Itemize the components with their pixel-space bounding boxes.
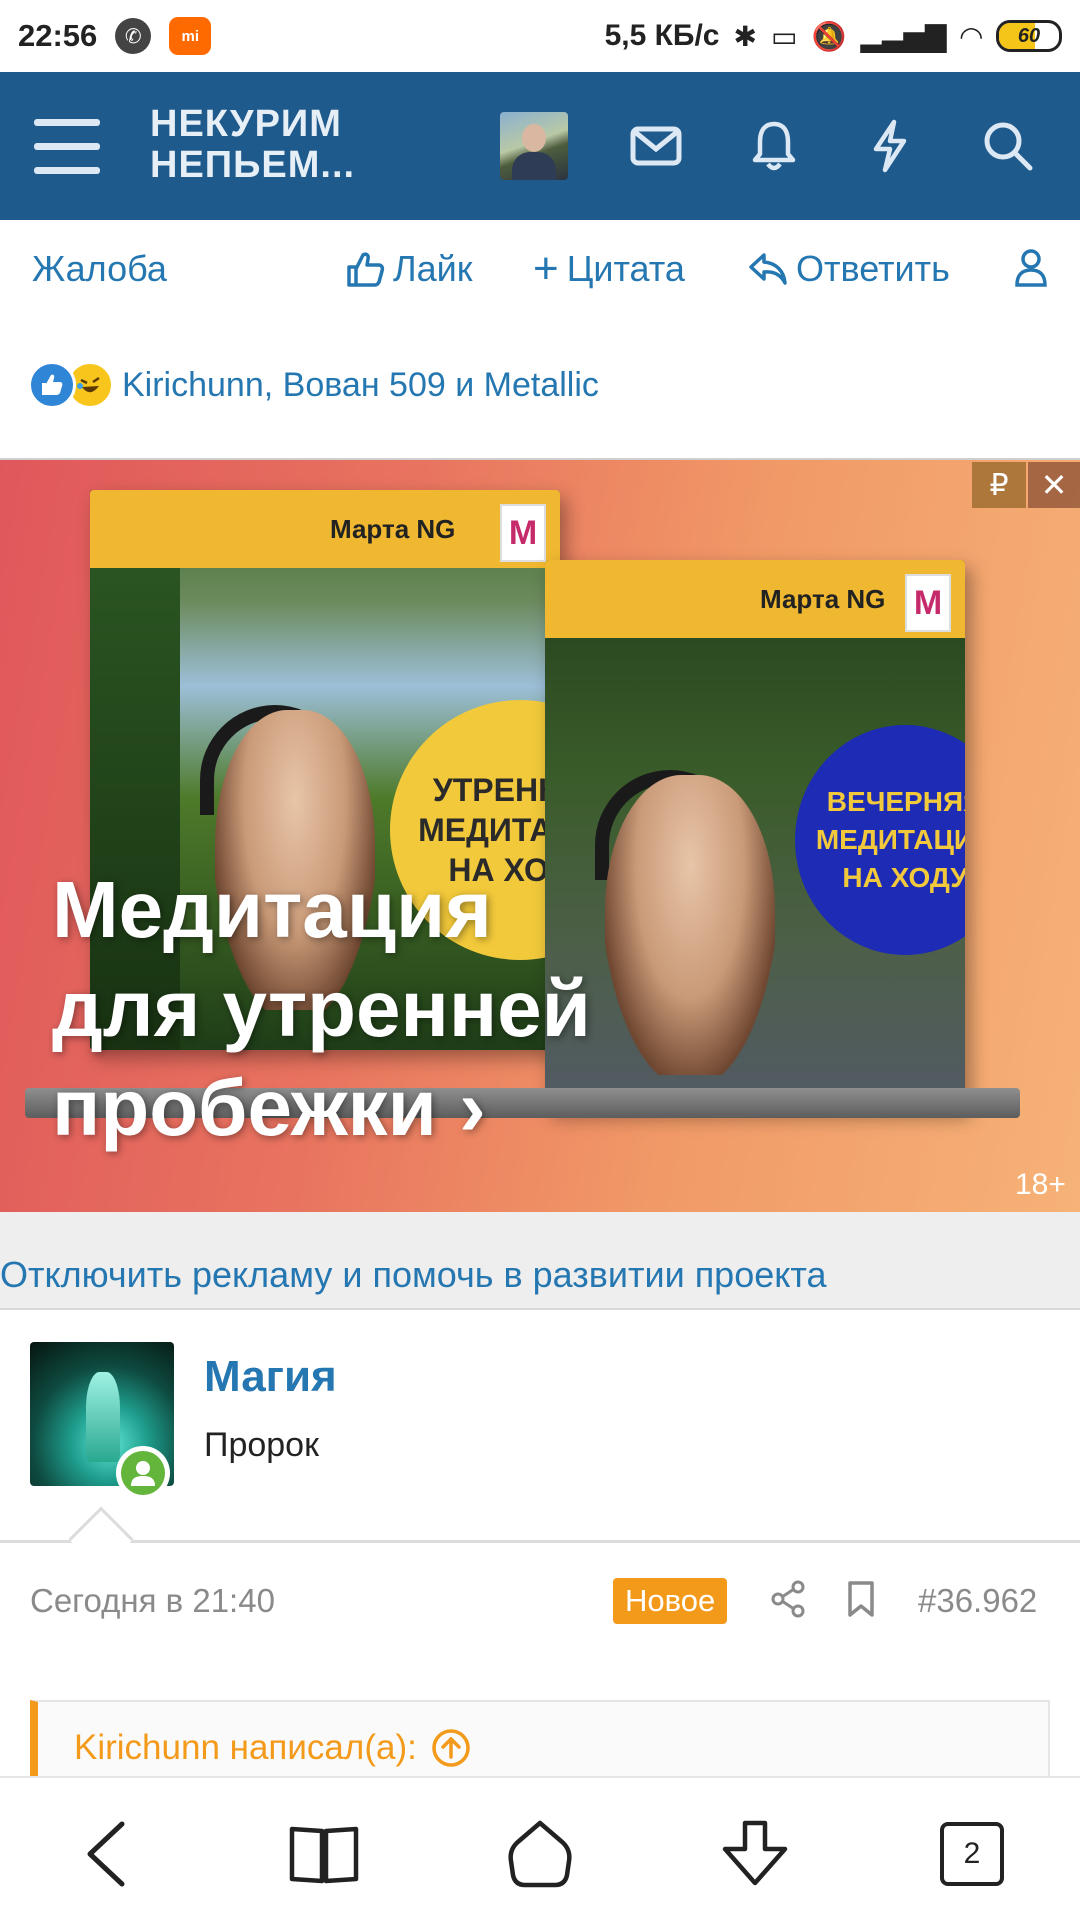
post-number[interactable]: #36.962 [918,1582,1037,1620]
box1-circle-line2: МЕДИТАЦИЯ [418,812,560,848]
menu-icon[interactable] [34,119,100,174]
reply-icon [749,253,787,285]
quote-block: Kirichunn написал(а): [30,1700,1050,1780]
mute-icon: 🔕 [811,20,847,52]
status-time: 22:56 [18,18,98,53]
status-bar: 22:56 ✆ mi 5,5 КБ/с ✱ ▭ 🔕 ▂▃▅▇ ◠ 60 [0,0,1080,72]
marta-logo-icon: M [905,574,951,632]
reactions-row[interactable]: Kirichunn, Вован 509 и Metallic [28,358,599,412]
box2-circle: ВЕЧЕРНЯЯ МЕДИТАЦИЯ НА ХОДУ [795,725,965,955]
share-icon[interactable] [770,1580,806,1626]
battery-icon: 60 [996,20,1062,52]
ad-headline-line1: Медитация [52,865,492,954]
online-status-icon [116,1446,170,1500]
box2-circle-line2: МЕДИТАЦИЯ [815,824,965,855]
ad-banner[interactable]: Марта NG M УТРЕННЯЯ МЕДИТАЦИЯ НА ХОДУ Ма… [0,460,1080,1212]
signal-icon: ▂▃▅▇ [860,20,947,52]
post-actions: Жалоба Лайк + Цитата Ответить [0,220,1080,320]
ad-close-icon[interactable]: ✕ [1028,462,1080,508]
ad-headline[interactable]: Медитация для утренней пробежки › [52,860,591,1157]
bluetooth-icon: ✱ [733,20,757,52]
author-name[interactable]: Магия [204,1352,337,1402]
user-icon[interactable] [1014,248,1048,288]
lightning-icon[interactable] [862,118,918,174]
browser-nav-bar: 2 [0,1776,1080,1920]
logo-line2: НЕПЬЕМ... [150,144,356,186]
product-box-evening: Марта NG M ВЕЧЕРНЯЯ МЕДИТАЦИЯ НА ХОДУ [545,560,965,1110]
thumbs-up-icon [347,252,385,287]
bell-icon[interactable] [746,118,802,174]
phone-icon: ✆ [115,18,152,54]
vibrate-icon: ▭ [770,20,798,52]
disable-ads-link[interactable]: Отключить рекламу и помочь в развитии пр… [0,1212,1080,1310]
avatar[interactable] [500,112,568,180]
battery-level: 60 [1017,24,1041,47]
plus-icon: + [533,244,559,293]
ad-ruble-icon[interactable]: ₽ [972,462,1026,508]
report-button[interactable]: Жалоба [32,248,167,290]
book-icon[interactable] [284,1818,364,1890]
age-rating: 18+ [1015,1168,1066,1201]
tabs-button[interactable]: 2 [932,1818,1012,1890]
box2-circle-line1: ВЕЧЕРНЯЯ [826,786,965,817]
bookmark-icon[interactable] [846,1580,876,1626]
box2-brand: Марта NG [760,584,886,614]
home-icon[interactable] [500,1818,580,1890]
disable-ads-text: Отключить рекламу и помочь в развитии пр… [0,1254,827,1295]
marta-logo-icon: M [500,504,546,562]
download-icon[interactable] [715,1818,795,1890]
tabs-count: 2 [940,1822,1004,1886]
logo-line1: НЕКУРИМ [150,103,342,145]
wifi-icon: ◠ [960,20,982,52]
post-date[interactable]: Сегодня в 21:40 [30,1582,275,1620]
mail-icon[interactable] [628,118,684,174]
ad-headline-line3: пробежки › [52,1063,486,1152]
box1-circle-line1: УТРЕННЯЯ [432,772,560,808]
search-icon[interactable] [980,118,1036,174]
box2-circle-line3: НА ХОДУ [842,862,965,893]
quote-header[interactable]: Kirichunn написал(а): [74,1728,471,1768]
like-button[interactable]: Лайк [345,248,473,290]
post-meta: Сегодня в 21:40 Новое #36.962 [0,1570,1080,1630]
like-label: Лайк [393,248,473,289]
like-reaction-icon [28,361,76,409]
new-badge: Новое [613,1578,728,1624]
divider [0,1540,1080,1543]
quote-label: Цитата [566,248,685,289]
box1-brand: Марта NG [330,514,456,544]
reply-button[interactable]: Ответить [748,248,950,290]
network-speed: 5,5 КБ/с [604,19,720,52]
ad-headline-line2: для утренней [52,964,591,1053]
arrow-up-circle-icon[interactable] [431,1728,471,1768]
back-icon[interactable] [66,1818,146,1890]
quote-button[interactable]: + Цитата [533,244,685,293]
app-header: НЕКУРИМ НЕПЬЕМ... [0,72,1080,220]
quote-author: Kirichunn написал(а): [74,1728,417,1767]
author-title: Пророк [204,1426,319,1464]
reaction-users[interactable]: Kirichunn, Вован 509 и Metallic [122,366,599,405]
post-author: Магия Пророк [0,1312,1080,1542]
site-logo[interactable]: НЕКУРИМ НЕПЬЕМ... [150,104,355,186]
mi-app-icon: mi [169,17,212,55]
reply-label: Ответить [796,248,950,289]
